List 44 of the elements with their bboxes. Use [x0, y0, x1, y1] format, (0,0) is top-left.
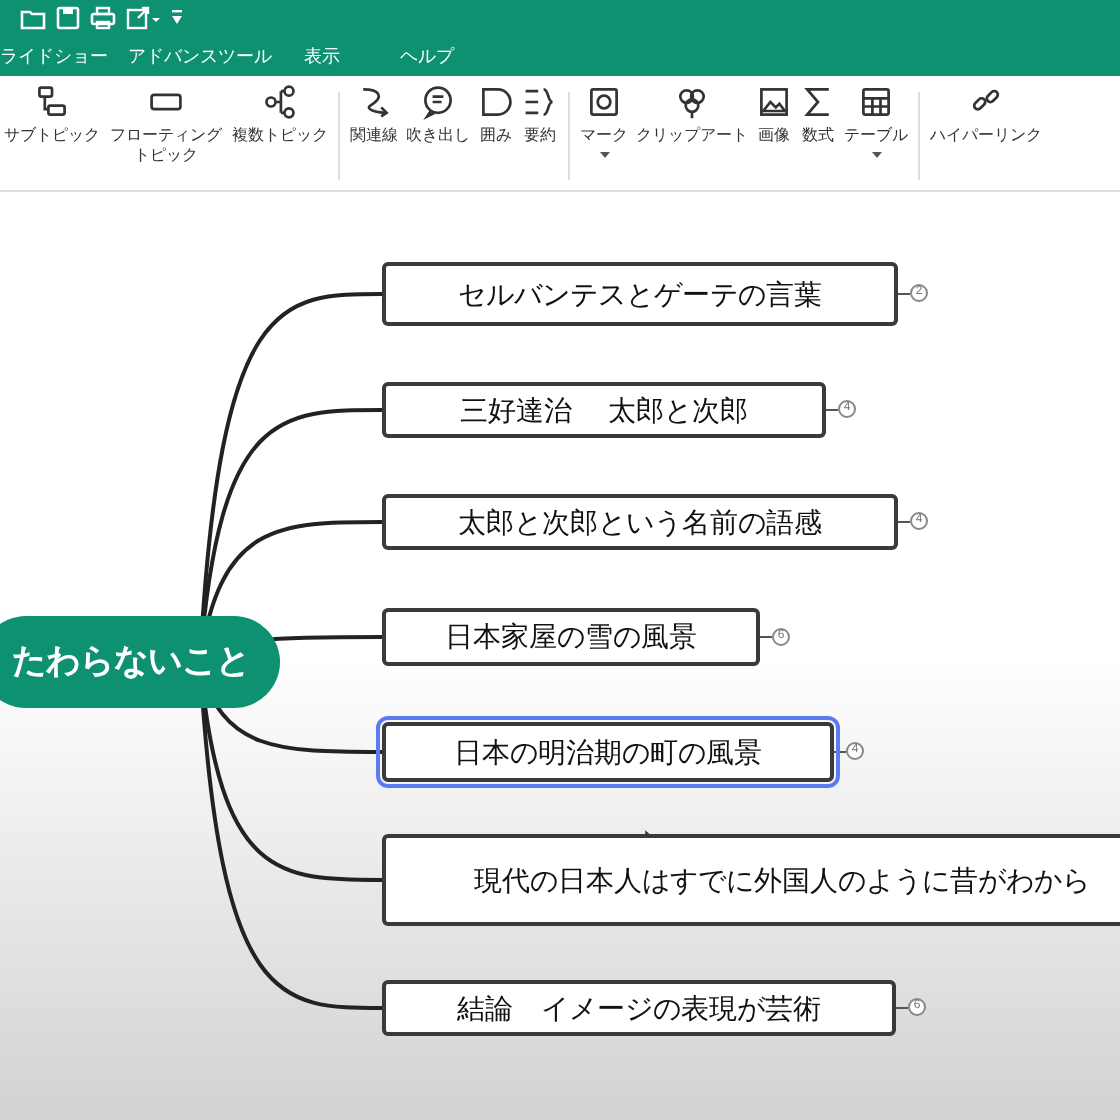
save-icon[interactable] [56, 6, 80, 30]
summary-icon [522, 84, 558, 120]
topic-node[interactable]: 三好達治 太郎と次郎 [382, 382, 826, 438]
toolbar-button[interactable]: 関連線 [346, 84, 402, 146]
topic-node[interactable]: 現代の日本人はすでに外国人のように昔がわから [382, 834, 1120, 926]
menu-tab[interactable]: アドバンスツール [128, 44, 272, 71]
central-topic[interactable]: たわらないこと [0, 616, 280, 708]
toolbar-button[interactable]: マーク [576, 84, 632, 158]
connector-line [895, 1007, 909, 1009]
topic-node[interactable]: 日本家屋の雪の風景 [382, 608, 760, 666]
callout-icon [420, 84, 456, 120]
customize-icon[interactable] [172, 10, 182, 26]
topic-node[interactable]: セルバンテスとゲーテの言葉 [382, 262, 898, 326]
toolbar-button[interactable]: 囲み [474, 84, 518, 146]
multiple-topics-icon [262, 84, 298, 120]
connector-line [897, 293, 911, 295]
connector-line [759, 636, 773, 638]
connector-line [825, 409, 839, 411]
topic-node[interactable]: 日本の明治期の町の風景 [382, 722, 834, 782]
toolbar-button[interactable]: 画像 [752, 84, 796, 146]
menu-tab[interactable]: ヘルプ [400, 44, 454, 71]
toolbar-button[interactable]: 要約 [518, 84, 562, 146]
open-folder-icon[interactable] [20, 7, 46, 29]
export-icon[interactable] [126, 6, 162, 30]
image-icon [756, 84, 792, 120]
topic-node[interactable]: 太郎と次郎という名前の語感 [382, 494, 898, 550]
toolbar-button[interactable]: 数式 [796, 84, 840, 146]
connector-line [897, 521, 911, 523]
toolbar-button[interactable]: 吹き出し [402, 84, 474, 146]
mark-icon [586, 84, 622, 120]
toolbar-button[interactable]: テーブル [840, 84, 912, 158]
toolbar-button[interactable]: 複数トピック [228, 84, 332, 146]
toolbar-button[interactable]: サブトピック [0, 84, 104, 146]
table-icon [858, 84, 894, 120]
boundary-icon [478, 84, 514, 120]
toolbar-button[interactable]: クリップアート [632, 84, 752, 146]
clover-icon [674, 84, 710, 120]
menu-tab[interactable]: 表示 [304, 44, 340, 71]
toolbar-button[interactable]: ハイパーリンク [926, 84, 1046, 146]
menu-tab[interactable]: ライドショー [0, 44, 108, 71]
subtopic-icon [34, 84, 70, 120]
print-icon[interactable] [90, 6, 116, 30]
toolbar-button[interactable]: フローティングトピック [104, 84, 228, 166]
topic-node[interactable]: 結論 イメージの表現が芸術 [382, 980, 896, 1036]
